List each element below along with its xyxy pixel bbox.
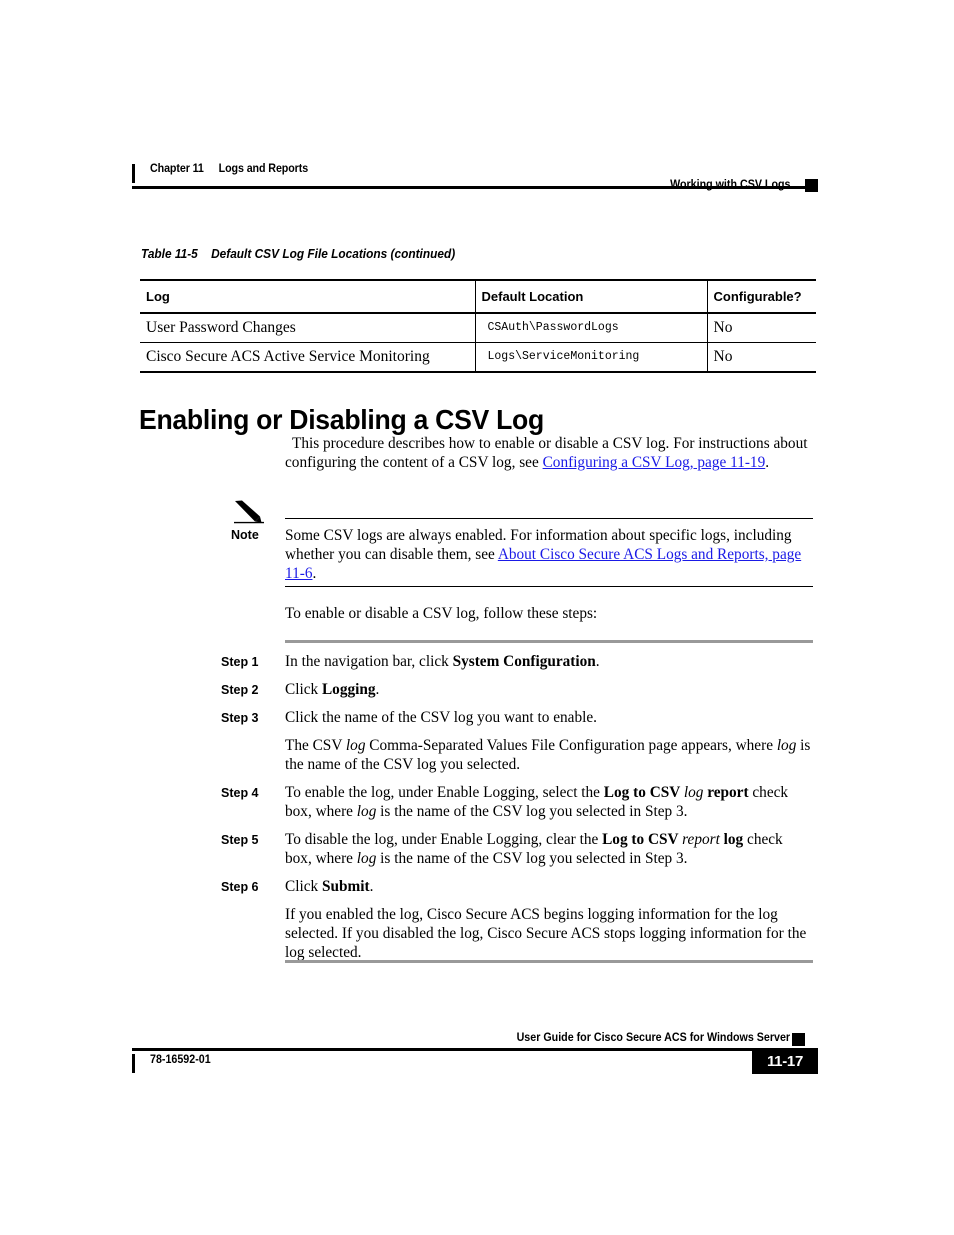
step-text: In the navigation bar, click bbox=[285, 653, 453, 670]
step-row: Step 2 Click Logging. bbox=[221, 680, 813, 699]
note-label: Note bbox=[231, 528, 259, 542]
step-row: Step 1 In the navigation bar, click Syste… bbox=[221, 652, 813, 671]
emphasis-bold: report bbox=[703, 784, 749, 801]
step-row: Step 3 Click the name of the CSV log you … bbox=[221, 708, 813, 727]
step-continuation: The CSV log Comma-Separated Values File … bbox=[285, 736, 813, 774]
emphasis-italic: log bbox=[356, 850, 377, 867]
emphasis-bold: Log to CSV bbox=[603, 784, 684, 801]
footer-tick-mark bbox=[132, 1054, 135, 1073]
step-text: Comma-Separated Values File Configuratio… bbox=[365, 737, 777, 754]
step-body: To disable the log, under Enable Logging… bbox=[285, 830, 813, 868]
step-row: Step 5 To disable the log, under Enable L… bbox=[221, 830, 813, 868]
header-square-marker bbox=[805, 179, 818, 192]
note-rule-top bbox=[285, 518, 813, 520]
header-rule bbox=[132, 186, 818, 189]
cross-reference-configuring-csv-log[interactable]: Configuring a CSV Log, page 11-19 bbox=[543, 454, 766, 471]
emphasis-bold: log bbox=[719, 831, 744, 848]
procedure-intro: To enable or disable a CSV log, follow t… bbox=[285, 605, 598, 622]
step-body: In the navigation bar, click System Conf… bbox=[285, 652, 813, 671]
procedure-steps: Step 1 In the navigation bar, click Syste… bbox=[221, 652, 813, 971]
step-body: Click the name of the CSV log you want t… bbox=[285, 708, 813, 727]
page-footer: User Guide for Cisco Secure ACS for Wind… bbox=[132, 1032, 818, 1078]
page-header: Chapter 11 Logs and Reports Working with … bbox=[132, 162, 818, 202]
section-intro-paragraph: This procedure describes how to enable o… bbox=[285, 434, 813, 472]
procedure-rule-bottom bbox=[285, 960, 813, 963]
cell-configurable: No bbox=[707, 313, 816, 343]
step-text: Click bbox=[285, 681, 322, 698]
header-running-head: Working with CSV Logs bbox=[669, 179, 790, 191]
footer-rule bbox=[132, 1048, 818, 1051]
step-label: Step 2 bbox=[221, 683, 259, 697]
note-text: Some CSV logs are always enabled. For in… bbox=[285, 526, 813, 583]
document-page: Chapter 11 Logs and Reports Working with … bbox=[0, 0, 954, 1235]
step-body: Click Logging. bbox=[285, 680, 813, 699]
step-label: Step 4 bbox=[221, 786, 259, 800]
step-text: Click the name of the CSV log you want t… bbox=[285, 709, 597, 726]
step-text: Click bbox=[285, 878, 322, 895]
table-header-row: Log Default Location Configurable? bbox=[140, 279, 816, 314]
header-chapter-number: Chapter 11 bbox=[150, 163, 204, 175]
cell-default-location: CSAuth\PasswordLogs bbox=[475, 313, 708, 343]
emphasis-italic: log bbox=[683, 784, 704, 801]
header-chapter-title: Logs and Reports bbox=[218, 163, 309, 175]
footer-guide-title: User Guide for Cisco Secure ACS for Wind… bbox=[516, 1032, 790, 1044]
column-header-log: Log bbox=[140, 279, 476, 314]
table-caption-title: Default CSV Log File Locations (continue… bbox=[211, 247, 456, 261]
step-text: is the name of the CSV log you selected … bbox=[376, 850, 688, 867]
csv-log-locations-table: Log Default Location Configurable? User … bbox=[140, 279, 816, 373]
step-continuation: If you enabled the log, Cisco Secure ACS… bbox=[285, 905, 813, 962]
step-text: The CSV bbox=[285, 737, 346, 754]
cell-configurable: No bbox=[707, 342, 816, 373]
footer-page-number: 11-17 bbox=[752, 1048, 818, 1074]
step-text: is the name of the CSV log you selected … bbox=[376, 803, 688, 820]
step-text: . bbox=[369, 878, 374, 895]
step-text: To enable the log, under Enable Logging,… bbox=[285, 784, 604, 801]
step-label: Step 1 bbox=[221, 655, 259, 669]
emphasis-bold: Log to CSV bbox=[602, 831, 683, 848]
pencil-icon bbox=[233, 500, 265, 524]
emphasis-bold: Submit bbox=[321, 878, 370, 895]
step-row: Step 6 Click Submit. bbox=[221, 877, 813, 896]
header-chapter: Chapter 11 Logs and Reports bbox=[150, 163, 308, 175]
cell-log-name: Cisco Secure ACS Active Service Monitori… bbox=[140, 342, 476, 373]
table-caption: Table 11-5 Default CSV Log File Locations… bbox=[141, 247, 455, 261]
step-row: Step 4 To enable the log, under Enable Lo… bbox=[221, 783, 813, 821]
step-body: To enable the log, under Enable Logging,… bbox=[285, 783, 813, 821]
emphasis-italic: log bbox=[356, 803, 377, 820]
step-label: Step 6 bbox=[221, 880, 259, 894]
emphasis-italic: log bbox=[776, 737, 797, 754]
column-header-configurable: Configurable? bbox=[707, 279, 816, 314]
note-rule-bottom bbox=[285, 586, 813, 588]
cell-default-location: Logs\ServiceMonitoring bbox=[475, 342, 708, 373]
cell-log-name: User Password Changes bbox=[140, 313, 476, 343]
footer-square-marker bbox=[792, 1033, 805, 1046]
step-label: Step 3 bbox=[221, 711, 259, 725]
header-tick-mark bbox=[132, 164, 135, 183]
emphasis-italic: log bbox=[345, 737, 366, 754]
step-text: . bbox=[595, 653, 600, 670]
table-caption-number: Table 11-5 bbox=[141, 247, 198, 261]
step-text: If you enabled the log, Cisco Secure ACS… bbox=[285, 906, 807, 961]
step-label: Step 5 bbox=[221, 833, 259, 847]
step-body: Click Submit. bbox=[285, 877, 813, 896]
intro-text-part2: . bbox=[765, 454, 770, 471]
emphasis-italic: report bbox=[682, 831, 720, 848]
column-header-default-location: Default Location bbox=[475, 279, 708, 314]
table-row: User Password Changes CSAuth\PasswordLog… bbox=[140, 313, 816, 343]
step-text: . bbox=[375, 681, 380, 698]
step-text: To disable the log, under Enable Logging… bbox=[285, 831, 603, 848]
emphasis-bold: System Configuration bbox=[452, 653, 596, 670]
note-text-part2: . bbox=[312, 565, 317, 582]
footer-document-id: 78-16592-01 bbox=[150, 1054, 211, 1066]
table-row: Cisco Secure ACS Active Service Monitori… bbox=[140, 342, 816, 373]
emphasis-bold: Logging bbox=[321, 681, 376, 698]
procedure-rule-top bbox=[285, 640, 813, 643]
section-heading: Enabling or Disabling a CSV Log bbox=[139, 403, 544, 435]
